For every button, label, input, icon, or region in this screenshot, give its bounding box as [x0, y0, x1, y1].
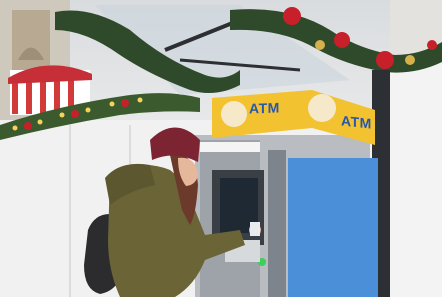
atm-blue-panel — [288, 158, 378, 297]
atm-dark-column — [268, 150, 286, 297]
photo-illustration — [0, 0, 442, 297]
atm-sign-disc-left — [221, 101, 247, 127]
atm-photo: ATM ATM — [0, 0, 442, 297]
bank-card — [250, 222, 260, 236]
atm-top-light — [200, 142, 260, 152]
atm-sign-text-right: ATM — [341, 112, 372, 132]
atm-sign-text-left: ATM — [249, 99, 280, 117]
atm-sign-disc-right — [308, 94, 336, 122]
